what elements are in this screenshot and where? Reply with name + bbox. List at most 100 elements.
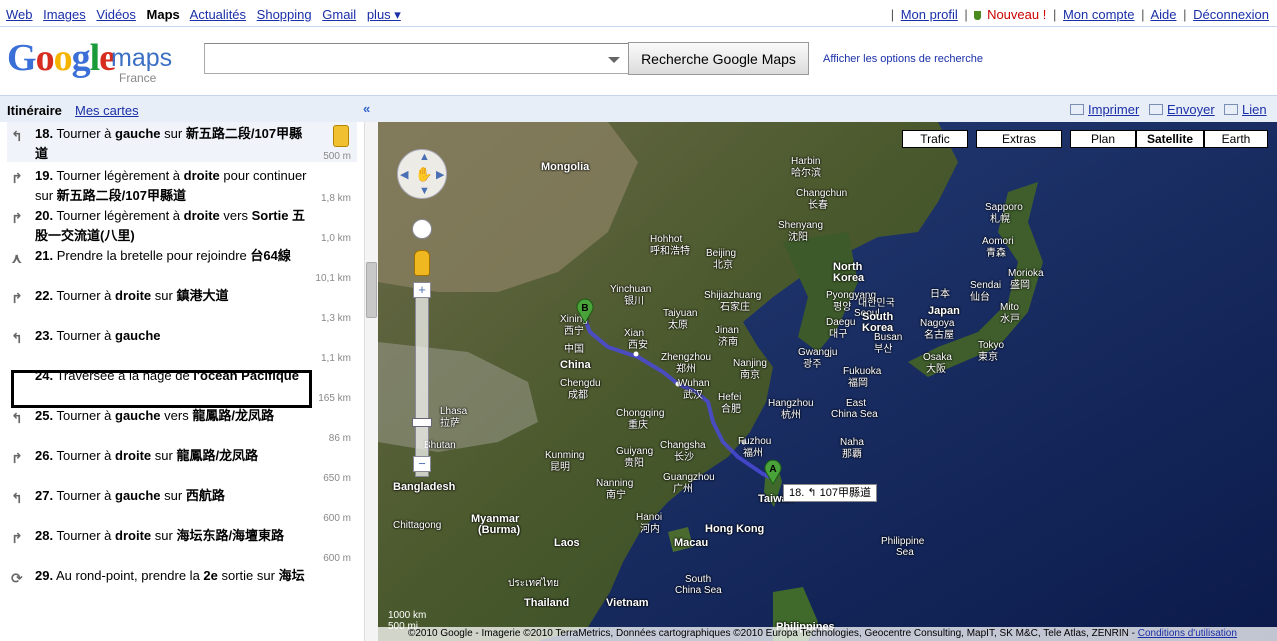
step-pre: Tourner légèrement à — [56, 208, 184, 223]
nav-maps[interactable]: Maps — [147, 7, 180, 22]
nav-shopping[interactable]: Shopping — [257, 7, 312, 22]
direction-step[interactable]: ↱ 28. Tourner à droite sur 海坛东路/海壇東路 600 m — [7, 524, 357, 564]
google-maps-logo[interactable]: Google maps France — [7, 38, 187, 86]
nav-news[interactable]: Actualités — [190, 7, 246, 22]
dropdown-arrow-icon[interactable] — [608, 57, 620, 63]
collapse-panel-icon[interactable]: « — [363, 101, 370, 116]
zoom-in-button[interactable]: + — [413, 282, 431, 298]
direction-step[interactable]: ↰ 23. Tourner à gauche 1,1 km — [7, 324, 357, 364]
map-view-button[interactable]: Plan — [1070, 130, 1136, 148]
marker-b[interactable]: B — [575, 298, 595, 324]
map-label: 대구 — [829, 329, 848, 340]
direction-step[interactable]: ↰ 25. Tourner à gauche vers 龍鳳路/龙凤路 86 m — [7, 404, 357, 444]
direction-step[interactable]: ↱ 26. Tourner à droite sur 龍鳳路/龙凤路 650 m — [7, 444, 357, 484]
link-action[interactable]: Lien — [1224, 102, 1267, 117]
map-pegman-icon[interactable] — [414, 250, 430, 276]
account-link[interactable]: Mon compte — [1063, 7, 1135, 22]
print-link[interactable]: Imprimer — [1088, 102, 1139, 117]
new-features-link[interactable]: Nouveau ! — [987, 7, 1046, 22]
marker-a[interactable]: A — [763, 459, 783, 485]
map-label: Harbin — [791, 156, 821, 167]
scrollbar-thumb[interactable] — [366, 262, 377, 318]
send-action[interactable]: Envoyer — [1149, 102, 1215, 117]
map-label: 石家庄 — [720, 302, 750, 313]
map-label: 郑州 — [676, 364, 696, 375]
direction-step[interactable]: ↰ 27. Tourner à gauche sur 西航路 600 m — [7, 484, 357, 524]
map-label: Guangzhou — [663, 472, 715, 483]
search-options-link[interactable]: Afficher les options de recherche — [823, 53, 983, 65]
profile-link[interactable]: Mon profil — [901, 7, 958, 22]
logout-link[interactable]: Déconnexion — [1193, 7, 1269, 22]
direction-step[interactable]: ↱ 20. Tourner légèrement à droite vers So… — [7, 204, 357, 244]
tab-my-maps[interactable]: Mes cartes — [75, 103, 139, 118]
pan-right-icon[interactable]: ▶ — [436, 168, 444, 181]
direction-step[interactable]: ↱ 22. Tourner à droite sur 鎮港大道 1,3 km — [7, 284, 357, 324]
map-label: 南京 — [740, 370, 760, 381]
direction-step-text: 28. Tourner à droite sur 海坛东路/海壇東路 — [35, 526, 315, 546]
extras-button[interactable]: Extras — [976, 130, 1062, 148]
step-b1: gauche — [115, 328, 161, 343]
directions-scrollbar[interactable] — [364, 122, 378, 641]
turn-right-icon: ↱ — [11, 450, 23, 466]
map-label: 中国 — [564, 344, 584, 355]
reset-view-icon[interactable] — [412, 219, 432, 239]
slight-right-icon: ↱ — [11, 170, 23, 186]
step-mid: sur — [160, 488, 186, 503]
tab-directions[interactable]: Itinéraire — [7, 103, 62, 118]
step-mid: sur — [151, 528, 177, 543]
traffic-button[interactable]: Trafic — [902, 130, 968, 148]
direction-step-text: 23. Tourner à gauche — [35, 326, 315, 346]
step-b1: gauche — [115, 126, 161, 141]
map-label: 盛岡 — [1010, 280, 1030, 291]
pan-left-icon[interactable]: ◀ — [400, 168, 408, 181]
map-label: Macau — [674, 537, 709, 549]
map-label: 合肥 — [721, 404, 741, 415]
nav-videos[interactable]: Vidéos — [96, 7, 136, 22]
map-label: 名古屋 — [924, 330, 954, 341]
map-label: 银川 — [624, 296, 644, 307]
map-label: Hohhot — [650, 234, 683, 245]
pan-control[interactable]: ▲ ◀ ▶ ▼ ✋ — [397, 149, 447, 199]
map-label: Fukuoka — [843, 366, 882, 377]
step-b2: 龍鳳路/龙凤路 — [176, 448, 259, 463]
map-label: Lhasa — [440, 406, 468, 417]
nav-more[interactable]: plus ▾ — [367, 7, 401, 22]
link-link[interactable]: Lien — [1242, 102, 1267, 117]
search-input[interactable] — [204, 43, 629, 74]
direction-step[interactable]: ⟳ 29. Au rond-point, prendre la 2e sortie… — [7, 564, 357, 604]
street-view-pegman-icon[interactable] — [333, 125, 349, 147]
map-label: Laos — [554, 537, 580, 549]
map-label: 福州 — [743, 448, 763, 459]
direction-step[interactable]: ⋏ 21. Prendre la bretelle pour rejoindre … — [7, 244, 357, 284]
pan-up-icon[interactable]: ▲ — [419, 151, 430, 163]
map-label: 西安 — [628, 340, 648, 351]
nav-gmail[interactable]: Gmail — [322, 7, 356, 22]
map-label: Sendai — [970, 280, 1002, 291]
google-top-bar: Web Images Vidéos Maps Actualités Shoppi… — [0, 0, 1277, 27]
satellite-view-button[interactable]: Satellite — [1136, 130, 1204, 148]
earth-view-button[interactable]: Earth — [1204, 130, 1268, 148]
nav-web[interactable]: Web — [6, 7, 33, 22]
zoom-slider-handle[interactable] — [412, 418, 432, 427]
map-label: Chongqing — [616, 408, 665, 419]
help-link[interactable]: Aide — [1150, 7, 1176, 22]
zoom-out-button[interactable]: − — [413, 456, 431, 472]
zoom-slider[interactable] — [415, 287, 429, 477]
map-label: 长春 — [808, 200, 828, 211]
terms-link[interactable]: Conditions d'utilisation — [1138, 628, 1237, 639]
step-distance: 10,1 km — [315, 273, 351, 284]
pan-down-icon[interactable]: ▼ — [419, 185, 430, 197]
search-maps-button[interactable]: Recherche Google Maps — [628, 42, 809, 75]
print-action[interactable]: Imprimer — [1070, 102, 1139, 117]
step-b1: gauche — [115, 488, 161, 503]
step-b1: droite — [115, 448, 152, 463]
nav-images[interactable]: Images — [43, 7, 86, 22]
send-link[interactable]: Envoyer — [1167, 102, 1215, 117]
direction-step-text: 21. Prendre la bretelle pour rejoindre 台… — [35, 246, 315, 266]
direction-step[interactable]: ↰ 18. Tourner à gauche sur 新五路二段/107甲縣道 50… — [7, 122, 357, 162]
direction-step[interactable]: ↱ 19. Tourner légèrement à droite pour co… — [7, 164, 357, 204]
step-distance: 600 m — [323, 553, 351, 564]
satellite-map[interactable]: Mongolia Harbin 哈尔滨 Changchun 长春 Shenyang 沈阳 Ho… — [378, 122, 1277, 641]
step-num: 19. — [35, 168, 54, 183]
direction-step-text: 25. Tourner à gauche vers 龍鳳路/龙凤路 — [35, 406, 315, 426]
